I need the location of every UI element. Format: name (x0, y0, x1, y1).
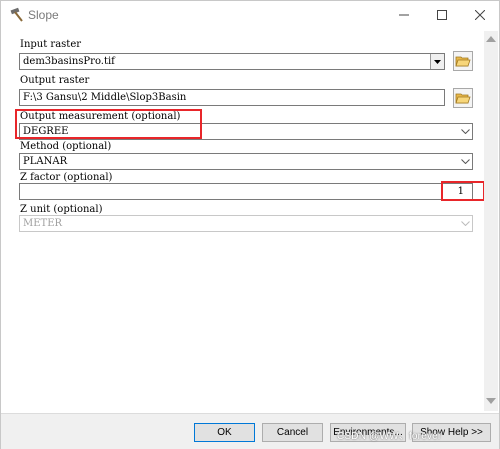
ok-button[interactable]: OK (194, 423, 255, 442)
vertical-scrollbar[interactable] (484, 31, 498, 411)
output-raster-label: Output raster (20, 75, 90, 86)
output-raster-value: F:\3 Gansu\2 Middle\Slop3Basin (23, 92, 187, 103)
z-factor-label: Z factor (optional) (20, 172, 113, 183)
window-title: Slope (28, 8, 59, 22)
hammer-icon (9, 7, 25, 23)
output-measurement-label: Output measurement (optional) (20, 111, 181, 122)
chevron-down-icon[interactable] (458, 124, 472, 139)
input-raster-browse-button[interactable] (453, 51, 473, 71)
output-measurement-value: DEGREE (23, 126, 69, 137)
z-unit-value: METER (23, 218, 63, 229)
method-label: Method (optional) (20, 141, 112, 152)
chevron-down-icon[interactable] (458, 154, 472, 169)
folder-open-icon (455, 56, 471, 67)
z-unit-select: METER (19, 215, 473, 232)
folder-open-icon (455, 93, 471, 104)
scroll-down-icon[interactable] (486, 397, 496, 407)
chevron-down-icon[interactable] (430, 54, 444, 69)
z-factor-value: 1 (457, 186, 464, 197)
minimize-icon (399, 14, 409, 16)
title-bar[interactable]: Slope (1, 1, 499, 29)
input-raster-label: Input raster (20, 39, 82, 50)
method-value: PLANAR (23, 156, 68, 167)
maximize-icon (437, 10, 447, 20)
method-select[interactable]: PLANAR (19, 153, 473, 170)
input-raster-value: dem3basinsPro.tif (23, 56, 115, 67)
slope-tool-dialog: Slope Input raster dem3basinsPro.tif Out… (0, 0, 500, 449)
z-factor-input[interactable]: 1 (19, 183, 473, 200)
close-icon (475, 10, 485, 20)
output-measurement-select[interactable]: DEGREE (19, 123, 473, 140)
close-button[interactable] (457, 1, 500, 29)
watermark-text: CSDN @WW、forever (337, 431, 442, 442)
z-unit-label: Z unit (optional) (20, 204, 103, 215)
output-raster-input[interactable]: F:\3 Gansu\2 Middle\Slop3Basin (19, 89, 445, 106)
output-raster-browse-button[interactable] (453, 88, 473, 108)
cancel-button[interactable]: Cancel (262, 423, 323, 442)
input-raster-select[interactable]: dem3basinsPro.tif (19, 53, 445, 70)
chevron-down-icon (458, 216, 472, 231)
scroll-up-icon[interactable] (486, 35, 496, 45)
parameters-panel: Input raster dem3basinsPro.tif Output ra… (9, 31, 481, 411)
